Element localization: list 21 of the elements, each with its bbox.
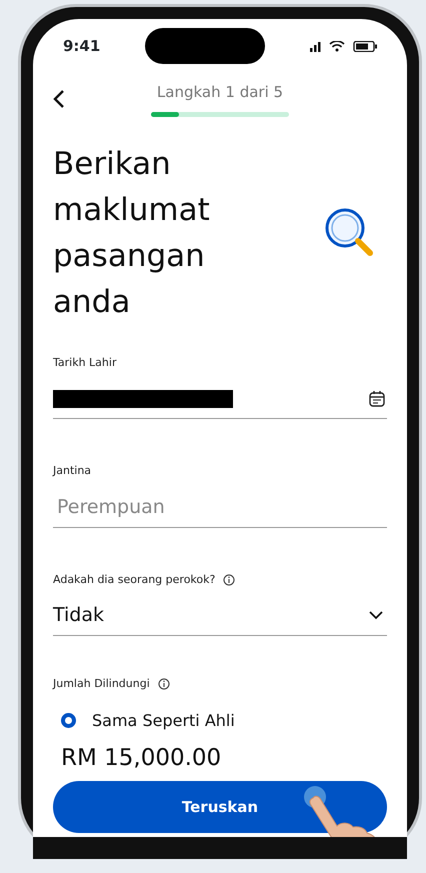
info-icon[interactable] (158, 678, 170, 690)
page-title: Berikan maklumat pasangan anda (53, 144, 211, 322)
step-counter: Langkah 1 dari 5 (156, 82, 284, 103)
field-label: Jantina (53, 463, 92, 479)
dropdown-field[interactable]: Tidak (53, 596, 387, 636)
wifi-icon (329, 40, 345, 52)
signal-icon (309, 40, 321, 52)
radio-button[interactable] (61, 713, 76, 728)
status-time: 9:41 (63, 36, 100, 57)
field-label: Jumlah Dilindungi (53, 676, 150, 692)
continue-button[interactable]: Teruskan (53, 781, 387, 833)
field-label: Adakah dia seorang perokok? (53, 572, 216, 588)
battery-icon (353, 40, 377, 52)
coverage-amount: RM 15,000.00 (61, 744, 222, 772)
back-icon[interactable] (53, 88, 65, 109)
radio-label[interactable]: Sama Seperti Ahli (92, 708, 235, 732)
field-label: Tarikh Lahir (53, 354, 116, 370)
chevron-down-icon[interactable] (369, 611, 383, 620)
input-field[interactable]: Perempuan (53, 488, 387, 528)
info-icon[interactable] (223, 574, 236, 586)
calendar-icon[interactable] (369, 390, 385, 407)
